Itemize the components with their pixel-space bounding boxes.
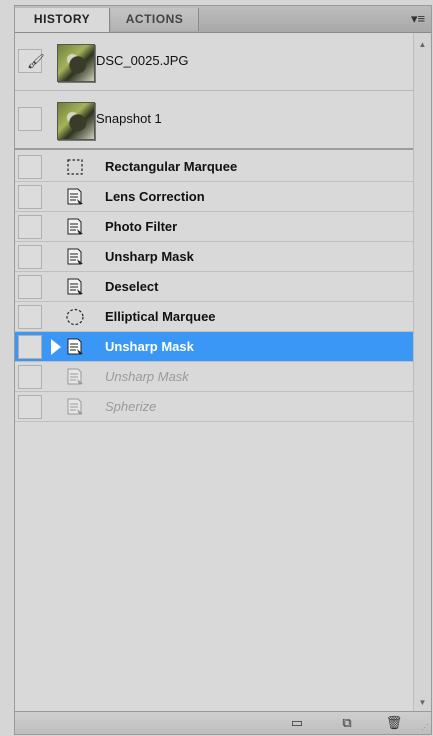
history-state-label: Lens Correction	[105, 189, 205, 204]
history-brush-source-checkbox[interactable]	[18, 275, 42, 299]
history-brush-source-checkbox[interactable]	[18, 185, 42, 209]
history-brush-source-checkbox[interactable]	[18, 245, 42, 269]
history-list: 🖌 DSC_0025.JPG Snapshot 1 Rectangular Ma…	[15, 33, 413, 713]
history-state-icon	[67, 248, 83, 265]
history-brush-source-checkbox[interactable]	[18, 365, 42, 389]
panel-bottom-bar: ▭ ⧉ 🗑 ⋰	[15, 711, 431, 734]
snapshot-label: Snapshot 1	[96, 111, 162, 126]
snapshot-thumbnail	[57, 44, 95, 82]
delete-state-icon[interactable]: 🗑	[385, 715, 403, 731]
rectangular-marquee-icon	[67, 159, 83, 175]
panel-menu-icon[interactable]: ▾≡	[409, 10, 427, 28]
snapshot-row[interactable]: 🖌 DSC_0025.JPG	[15, 33, 413, 91]
vertical-scrollbar[interactable]: ▲ ▼	[413, 33, 431, 713]
history-brush-source-checkbox[interactable]	[18, 305, 42, 329]
history-brush-source-checkbox[interactable]	[18, 335, 42, 359]
history-state-row[interactable]: Photo Filter	[15, 212, 413, 242]
history-state-slider-icon[interactable]	[50, 338, 61, 356]
history-panel: HISTORY ACTIONS ▾≡ 🖌 DSC_0025.JPG Snapsh…	[14, 5, 432, 735]
history-state-row[interactable]: Deselect	[15, 272, 413, 302]
history-state-icon	[67, 218, 83, 235]
new-document-from-state-icon[interactable]: ▭	[288, 715, 306, 731]
snapshot-thumbnail	[57, 102, 95, 140]
history-brush-source-checkbox[interactable]: 🖌	[18, 49, 45, 73]
history-state-label: Unsharp Mask	[105, 339, 194, 354]
history-state-row[interactable]: Lens Correction	[15, 182, 413, 212]
history-state-label: Photo Filter	[105, 219, 178, 234]
history-state-row[interactable]: Rectangular Marquee	[15, 152, 413, 182]
history-brush-source-checkbox[interactable]	[18, 395, 42, 419]
history-brush-source-checkbox[interactable]	[18, 215, 42, 239]
history-state-label: Unsharp Mask	[105, 369, 189, 384]
tab-actions[interactable]: ACTIONS	[111, 8, 199, 31]
snapshot-row[interactable]: Snapshot 1	[15, 91, 413, 150]
elliptical-marquee-icon	[66, 308, 84, 326]
scroll-up-arrow-icon[interactable]: ▲	[414, 37, 431, 53]
history-state-icon	[67, 338, 83, 355]
history-state-icon	[67, 188, 83, 205]
scroll-down-arrow-icon[interactable]: ▼	[414, 695, 431, 711]
history-state-icon	[67, 278, 83, 295]
history-state-label: Elliptical Marquee	[105, 309, 216, 324]
history-state-row[interactable]: Spherize	[15, 392, 413, 422]
panel-tab-bar: HISTORY ACTIONS ▾≡	[15, 6, 431, 33]
history-state-row[interactable]: Unsharp Mask	[15, 242, 413, 272]
history-state-label: Deselect	[105, 279, 159, 294]
history-state-row[interactable]: Elliptical Marquee	[15, 302, 413, 332]
history-brush-source-checkbox[interactable]	[18, 155, 42, 179]
history-state-icon	[67, 398, 83, 415]
history-state-row[interactable]: Unsharp Mask	[15, 332, 413, 362]
history-state-row[interactable]: Unsharp Mask	[15, 362, 413, 392]
history-state-icon	[67, 368, 83, 385]
history-state-label: Unsharp Mask	[105, 249, 194, 264]
resize-grip-icon[interactable]: ⋰	[421, 723, 429, 732]
snapshot-label: DSC_0025.JPG	[96, 53, 189, 68]
create-snapshot-icon[interactable]: ⧉	[338, 715, 356, 731]
history-brush-source-checkbox[interactable]	[18, 107, 42, 131]
history-state-label: Spherize	[105, 399, 157, 414]
history-state-label: Rectangular Marquee	[105, 159, 238, 174]
history-brush-icon: 🖌	[27, 53, 45, 69]
tab-history[interactable]: HISTORY	[15, 8, 110, 32]
